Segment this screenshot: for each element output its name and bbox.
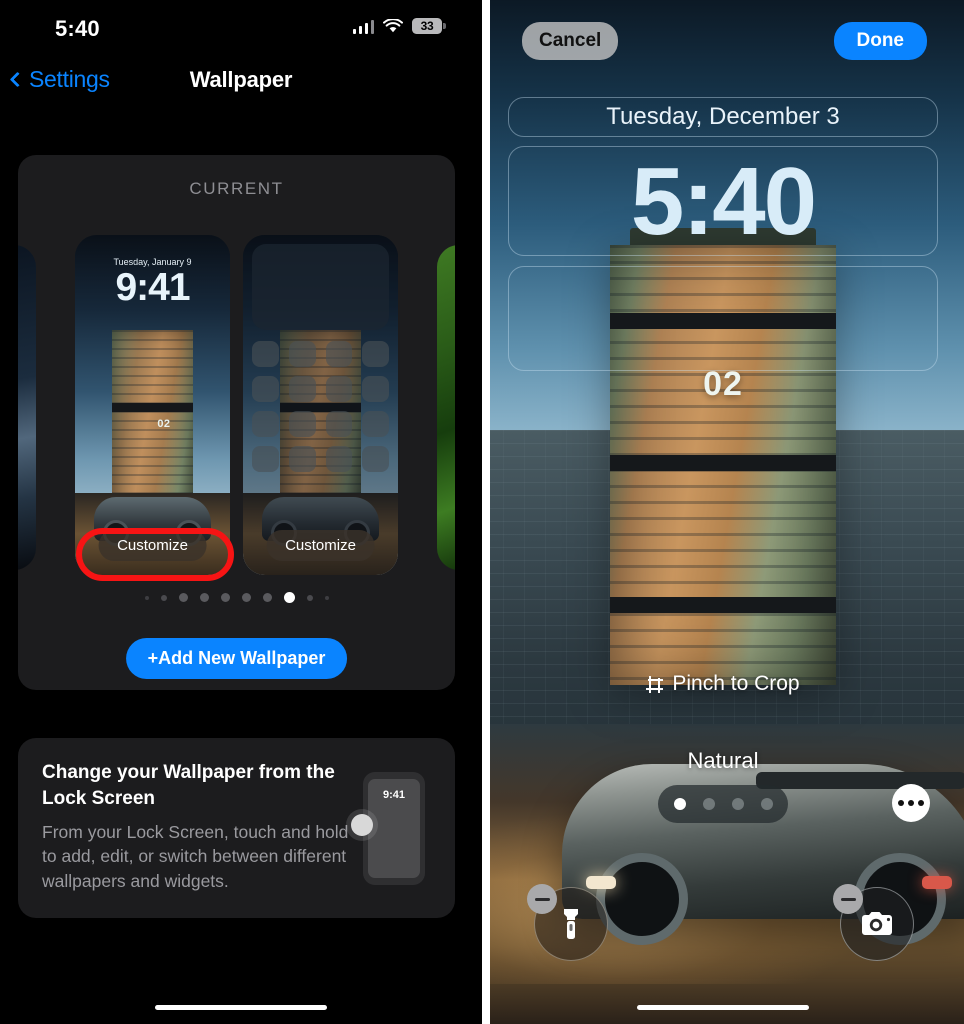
home-screen-preview[interactable]: Customize bbox=[243, 235, 398, 575]
app-icon-placeholder bbox=[252, 446, 279, 472]
lock-screen-time: 5:40 bbox=[630, 148, 817, 255]
app-icon-placeholder bbox=[252, 341, 279, 367]
ellipsis-icon bbox=[898, 800, 904, 806]
filter-dot[interactable] bbox=[731, 798, 744, 810]
app-icon-placeholder bbox=[362, 376, 389, 402]
battery-cap bbox=[443, 23, 446, 29]
page-dot[interactable] bbox=[160, 594, 167, 601]
preview-building-number: 02 bbox=[157, 417, 171, 430]
page-dot[interactable] bbox=[324, 595, 329, 600]
touch-hold-indicator bbox=[351, 814, 373, 836]
battery-percent: 33 bbox=[420, 19, 434, 33]
wifi-icon bbox=[383, 18, 403, 32]
flashlight-icon bbox=[564, 909, 578, 939]
car-taillight bbox=[586, 876, 616, 889]
info-card: Change your Wallpaper from the Lock Scre… bbox=[18, 738, 455, 918]
status-bar: 5:40 33 bbox=[0, 0, 482, 52]
home-indicator bbox=[637, 1005, 809, 1010]
remove-flashlight-badge[interactable] bbox=[527, 884, 557, 914]
filter-page-dots[interactable] bbox=[658, 785, 788, 823]
camera-quick-action[interactable] bbox=[833, 884, 914, 961]
camera-icon bbox=[862, 912, 892, 935]
screenshot-root: 5:40 33 Settings Wallpaper CURRENT 02 Tu… bbox=[0, 0, 964, 1024]
empty-widget-slot[interactable] bbox=[508, 266, 938, 371]
app-icon-placeholder bbox=[362, 411, 389, 437]
filter-name-label: Natural bbox=[687, 748, 759, 773]
app-icon-placeholder bbox=[325, 411, 353, 437]
home-screen-app-grid bbox=[252, 341, 389, 472]
page-dot[interactable] bbox=[241, 593, 251, 602]
tower-band bbox=[610, 597, 836, 613]
settings-wallpaper-panel: 5:40 33 Settings Wallpaper CURRENT 02 Tu… bbox=[0, 0, 482, 1024]
page-dot[interactable] bbox=[199, 593, 209, 602]
phone-illustration-screen: 9:41 bbox=[368, 779, 420, 878]
app-icon-placeholder bbox=[325, 341, 353, 367]
cancel-button[interactable]: Cancel bbox=[522, 22, 619, 60]
navigation-bar: Settings Wallpaper bbox=[0, 60, 482, 108]
wallpaper-editor-panel: 02 Cancel Done Tuesday, December 3 5:40 … bbox=[482, 0, 964, 1024]
ellipsis-icon bbox=[918, 800, 924, 806]
current-wallpaper-card: CURRENT 02 Tuesday, January 9 9:41 Custo… bbox=[18, 155, 455, 690]
app-icon-placeholder bbox=[252, 411, 279, 437]
lock-screen-preview[interactable]: 02 Tuesday, January 9 9:41 Customize bbox=[75, 235, 230, 575]
page-dot[interactable] bbox=[306, 594, 313, 601]
page-dot[interactable] bbox=[178, 593, 188, 602]
app-icon-placeholder bbox=[362, 446, 389, 472]
date-widget-slot[interactable]: Tuesday, December 3 bbox=[508, 97, 938, 137]
tower-band bbox=[610, 455, 836, 471]
info-card-heading: Change your Wallpaper from the Lock Scre… bbox=[42, 762, 335, 809]
cellular-bars-icon bbox=[352, 19, 374, 34]
done-button[interactable]: Done bbox=[833, 22, 927, 60]
page-dot[interactable] bbox=[262, 593, 272, 602]
home-screen-widget bbox=[252, 244, 389, 330]
flashlight-quick-action[interactable] bbox=[527, 884, 608, 961]
battery-icon: 33 bbox=[412, 18, 446, 34]
filter-dot[interactable] bbox=[760, 798, 773, 810]
phone-illustration: 9:41 bbox=[351, 772, 425, 885]
carousel-peek-previous[interactable] bbox=[18, 245, 36, 570]
filter-dot-active[interactable] bbox=[673, 798, 686, 810]
status-bar-time: 5:40 bbox=[55, 16, 100, 41]
page-dot[interactable] bbox=[220, 593, 230, 602]
app-icon-placeholder bbox=[325, 446, 353, 472]
ellipsis-icon bbox=[908, 800, 914, 806]
customize-button-right[interactable]: Customize bbox=[266, 530, 375, 561]
info-card-body: From your Lock Screen, touch and hold to… bbox=[42, 822, 349, 891]
app-icon-placeholder bbox=[288, 376, 316, 402]
page-dot-active[interactable] bbox=[283, 592, 295, 603]
app-icon-placeholder bbox=[288, 446, 316, 472]
preview-time: 9:41 bbox=[115, 266, 190, 309]
app-icon-placeholder bbox=[325, 376, 353, 402]
pinch-to-crop-label: Pinch to Crop bbox=[672, 672, 800, 695]
app-icon-placeholder bbox=[288, 341, 316, 367]
app-icon-placeholder bbox=[362, 341, 389, 367]
car-taillight bbox=[922, 876, 952, 889]
crop-icon bbox=[646, 675, 664, 693]
app-icon-placeholder bbox=[288, 411, 316, 437]
more-options-button[interactable] bbox=[892, 784, 930, 822]
app-icon-placeholder bbox=[252, 376, 279, 402]
pinch-to-crop-hint: Pinch to Crop bbox=[482, 672, 964, 696]
phone-illustration-time: 9:41 bbox=[382, 789, 406, 801]
date-widget-label: Tuesday, December 3 bbox=[606, 103, 840, 130]
status-bar-indicators: 33 bbox=[352, 18, 446, 34]
add-new-wallpaper-button[interactable]: +Add New Wallpaper bbox=[125, 638, 348, 679]
page-title: Wallpaper bbox=[189, 67, 293, 92]
page-dot[interactable] bbox=[144, 595, 149, 600]
remove-camera-badge[interactable] bbox=[833, 884, 863, 914]
car-spoiler bbox=[756, 772, 964, 789]
car-wheel bbox=[596, 853, 688, 945]
customize-button-left[interactable]: Customize bbox=[98, 530, 207, 561]
wallpaper-carousel[interactable]: 02 Tuesday, January 9 9:41 Customize Cus… bbox=[18, 235, 455, 575]
home-indicator bbox=[155, 1005, 327, 1010]
carousel-page-dots[interactable] bbox=[18, 592, 455, 603]
filter-dot[interactable] bbox=[702, 798, 715, 810]
panel-divider bbox=[482, 0, 490, 1024]
preview-building: 02 bbox=[112, 330, 193, 522]
carousel-peek-next[interactable] bbox=[437, 245, 455, 570]
current-section-header: CURRENT bbox=[189, 179, 284, 198]
